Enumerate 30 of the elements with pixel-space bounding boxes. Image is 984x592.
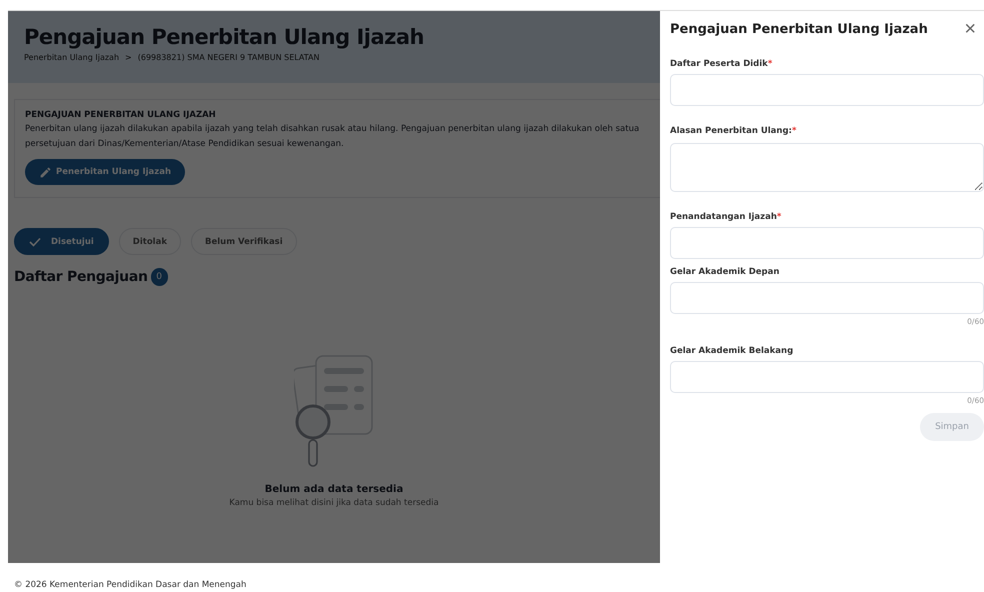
field-label: Daftar Peserta Didik* bbox=[670, 59, 772, 69]
filter-tab[interactable]: Belum Verifikasi bbox=[190, 228, 297, 255]
input-field[interactable] bbox=[670, 227, 984, 259]
footer-text: © 2026 Kementerian Pendidikan Dasar dan Menengah bbox=[14, 580, 246, 590]
empty-state-text: Kamu bisa melihat disini jika data sudah tersedia bbox=[229, 498, 439, 508]
info-heading: PENGAJUAN PENERBITAN ULANG IJAZAH bbox=[25, 110, 216, 120]
drawer-title: Pengajuan Penerbitan Ulang Ijazah bbox=[670, 22, 928, 36]
input-field[interactable] bbox=[670, 74, 984, 106]
input-field[interactable] bbox=[670, 282, 984, 314]
info-text: persetujuan dari Dinas/Kementerian/Atase Pendidikan sesuai kewenangan. bbox=[25, 138, 344, 150]
filter-tab[interactable]: Disetujui bbox=[14, 228, 109, 255]
field-label: Gelar Akademik Depan bbox=[670, 267, 780, 277]
pencil-icon bbox=[39, 166, 52, 178]
breadcrumb-separator: > bbox=[125, 53, 132, 62]
text-area[interactable] bbox=[670, 143, 984, 192]
list-title: Daftar Pengajuan bbox=[14, 269, 148, 285]
field-label: Gelar Akademik Belakang bbox=[670, 346, 794, 356]
field-label: Penandatangan Ijazah* bbox=[670, 212, 782, 222]
count-badge: 0 bbox=[150, 268, 168, 286]
close-button[interactable]: × bbox=[960, 19, 980, 39]
breadcrumb-item[interactable]: Penerbitan Ulang Ijazah bbox=[24, 53, 120, 62]
breadcrumb-item: (69983821) SMA NEGERI 9 TAMBUN SELATAN bbox=[138, 53, 320, 62]
input-field[interactable] bbox=[670, 361, 984, 393]
empty-state-title: Belum ada data tersedia bbox=[264, 484, 404, 495]
field-label: Alasan Penerbitan Ulang:* bbox=[670, 126, 796, 136]
page-title: Pengajuan Penerbitan Ulang Ijazah bbox=[24, 25, 424, 49]
new-request-button[interactable]: Penerbitan Ulang Ijazah bbox=[25, 159, 186, 185]
info-text: Penerbitan ulang ijazah dilakukan apabila ijazah yang telah disahkan rusak atau hilang. Pengajuan penerbitan ulang ijazah dilakukan oleh satua bbox=[25, 123, 640, 135]
filter-tab[interactable]: Ditolak bbox=[118, 228, 181, 255]
check-icon bbox=[29, 236, 41, 246]
